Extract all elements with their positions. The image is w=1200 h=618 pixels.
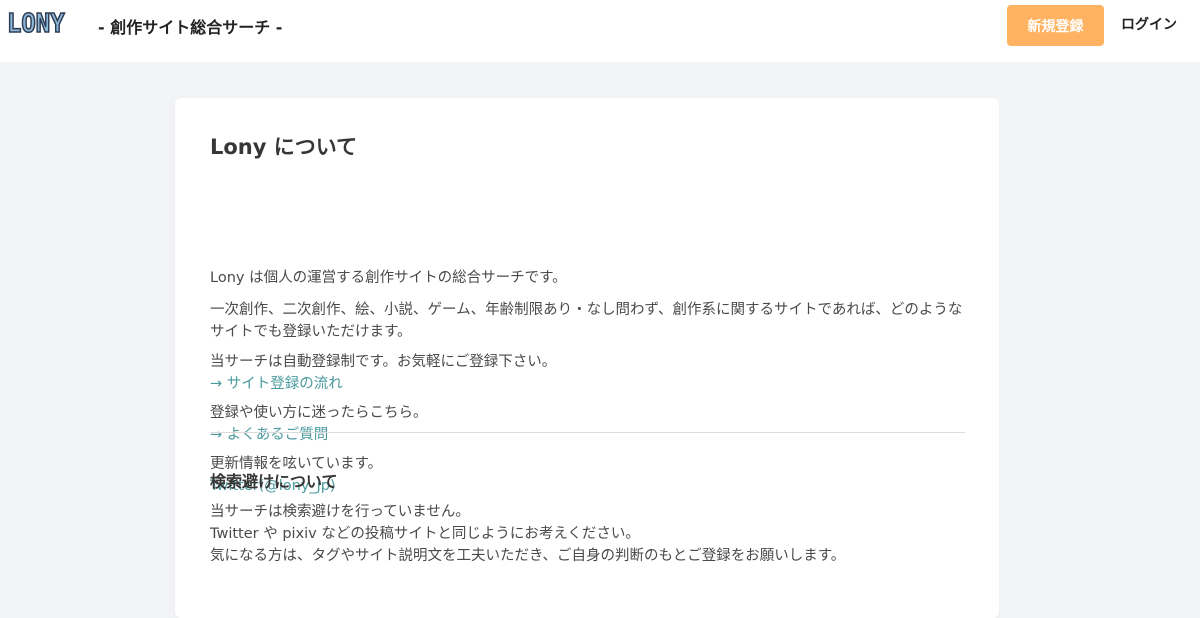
search-avoid-body: 当サーチは検索避けを行っていません。 Twitter や pixiv などの投稿… bbox=[210, 501, 965, 567]
help-text: 登録や使い方に迷ったらこちら。 bbox=[210, 405, 428, 421]
login-link[interactable]: ログイン bbox=[1121, 14, 1177, 34]
faq-link[interactable]: → よくあるご質問 bbox=[210, 424, 965, 446]
register-button[interactable]: 新規登録 bbox=[1007, 5, 1104, 46]
search-avoid-title: 検索避けについて bbox=[210, 472, 338, 491]
site-subtitle: - 創作サイト総合サーチ - bbox=[98, 18, 283, 37]
search-avoid-line-2: Twitter や pixiv などの投稿サイトと同じようにお考えください。 bbox=[210, 526, 640, 542]
search-avoid-line-1: 当サーチは検索避けを行っていません。 bbox=[210, 504, 470, 520]
registration-flow-link[interactable]: → サイト登録の流れ bbox=[210, 373, 965, 395]
section-divider bbox=[210, 432, 965, 433]
help-block: 登録や使い方に迷ったらこちら。 → よくあるご質問 bbox=[210, 402, 965, 446]
auto-register-text: 当サーチは自動登録制です。お気軽にご登録下さい。 bbox=[210, 354, 557, 370]
about-title: Lony について bbox=[210, 135, 358, 159]
about-genres: 一次創作、二次創作、絵、小説、ゲーム、年齢制限あり・なし問わず、創作系に関するサ… bbox=[210, 302, 963, 340]
search-avoid-line-3: 気になる方は、タグやサイト説明文を工夫いただき、ご自身の判断のもとご登録をお願い… bbox=[210, 548, 846, 564]
about-card: Lony について Lony は個人の運営する創作サイトの総合サーチです。 一次… bbox=[175, 98, 999, 618]
auto-register-block: 当サーチは自動登録制です。お気軽にご登録下さい。 → サイト登録の流れ bbox=[210, 351, 965, 395]
about-intro: Lony は個人の運営する創作サイトの総合サーチです。 bbox=[210, 270, 567, 286]
site-logo[interactable]: LONY bbox=[6, 8, 65, 40]
site-header: LONY - 創作サイト総合サーチ - 新規登録 ログイン bbox=[0, 0, 1200, 62]
